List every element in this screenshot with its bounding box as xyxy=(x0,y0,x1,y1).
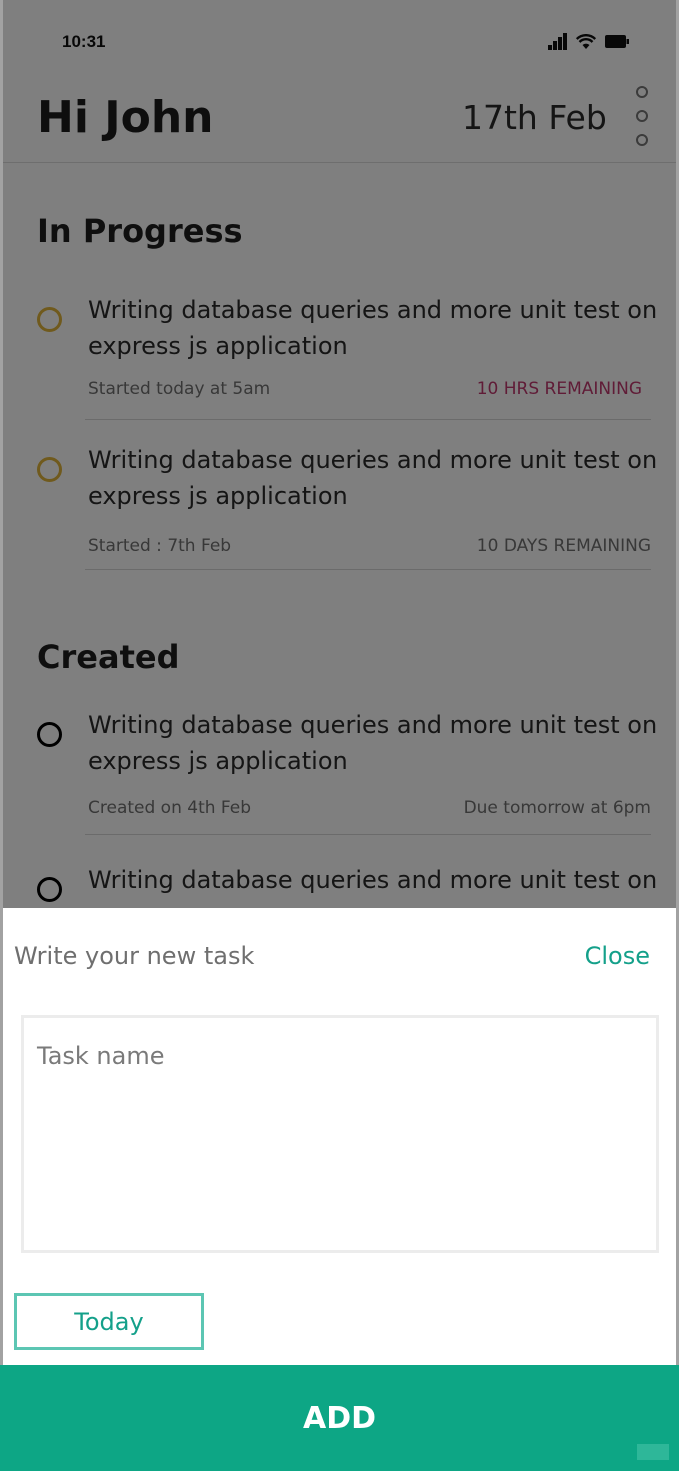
dim-overlay[interactable] xyxy=(0,0,679,908)
new-task-sheet: Write your new task Close Today xyxy=(3,908,676,1365)
corner-badge xyxy=(637,1444,669,1460)
today-date-button[interactable]: Today xyxy=(14,1293,204,1350)
sheet-title: Write your new task xyxy=(14,942,255,970)
add-task-button[interactable]: ADD xyxy=(0,1365,679,1471)
close-button[interactable]: Close xyxy=(585,942,650,970)
task-name-input[interactable] xyxy=(21,1015,659,1253)
app-screen: 10:31 Hi John 17th Feb In Progress Writi… xyxy=(0,0,679,1471)
